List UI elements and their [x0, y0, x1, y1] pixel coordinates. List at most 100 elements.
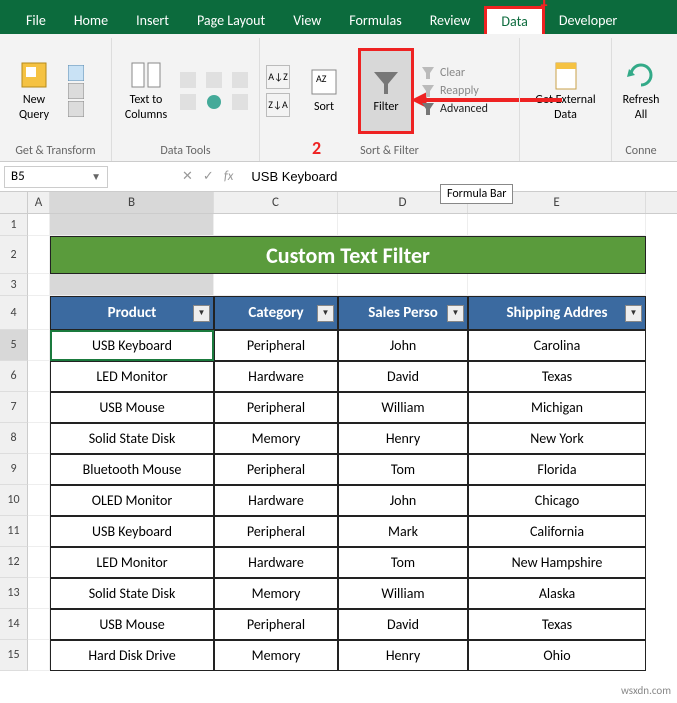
table-cell[interactable]: New Hampshire	[468, 547, 646, 578]
table-cell[interactable]: Hardware	[214, 361, 338, 392]
table-cell[interactable]: Solid State Disk	[50, 423, 214, 454]
table-cell[interactable]: Solid State Disk	[50, 578, 214, 609]
table-cell[interactable]: Peripheral	[214, 330, 338, 361]
table-cell[interactable]: USB Mouse	[50, 609, 214, 640]
name-box[interactable]: B5 ▼	[4, 166, 108, 188]
header-product[interactable]: Product▼	[50, 296, 214, 330]
from-table-icon[interactable]	[68, 83, 84, 99]
table-cell[interactable]: Tom	[338, 454, 468, 485]
table-cell[interactable]: Chicago	[468, 485, 646, 516]
row-header[interactable]: 5	[0, 330, 28, 361]
filter-dropdown-icon[interactable]: ▼	[317, 305, 334, 322]
table-cell[interactable]: Texas	[468, 361, 646, 392]
row-header[interactable]: 12	[0, 547, 28, 578]
remove-dupes-icon[interactable]	[206, 72, 222, 88]
row-header[interactable]: 13	[0, 578, 28, 609]
table-cell[interactable]: Memory	[214, 640, 338, 671]
col-header-B[interactable]: B	[50, 192, 214, 213]
table-cell[interactable]: Peripheral	[214, 609, 338, 640]
clear-filter-button[interactable]: Clear	[420, 65, 488, 81]
tab-insert[interactable]: Insert	[122, 6, 183, 34]
table-cell[interactable]: Peripheral	[214, 454, 338, 485]
data-validation-icon[interactable]	[232, 72, 248, 88]
table-cell[interactable]: California	[468, 516, 646, 547]
flash-fill-icon[interactable]	[180, 72, 196, 88]
table-cell[interactable]: USB Mouse	[50, 392, 214, 423]
tab-pagelayout[interactable]: Page Layout	[183, 6, 279, 34]
relationships-icon[interactable]	[206, 94, 222, 110]
col-header-A[interactable]: A	[28, 192, 50, 213]
table-cell[interactable]: Alaska	[468, 578, 646, 609]
title-cell[interactable]: Custom Text Filter	[50, 236, 646, 274]
header-category[interactable]: Category▼	[214, 296, 338, 330]
row-header[interactable]: 2	[0, 236, 28, 274]
tab-home[interactable]: Home	[60, 6, 122, 34]
table-cell[interactable]: USB Keyboard	[50, 330, 214, 361]
table-cell[interactable]: David	[338, 361, 468, 392]
recent-sources-icon[interactable]	[68, 101, 84, 117]
row-header[interactable]: 3	[0, 274, 28, 296]
row-header[interactable]: 10	[0, 485, 28, 516]
table-cell[interactable]: Hardware	[214, 485, 338, 516]
tab-view[interactable]: View	[279, 6, 335, 34]
tab-formulas[interactable]: Formulas	[335, 6, 415, 34]
row-header[interactable]: 8	[0, 423, 28, 454]
cancel-formula-icon[interactable]: ✕	[182, 169, 193, 184]
consolidate-icon[interactable]	[180, 94, 196, 110]
table-cell[interactable]: Michigan	[468, 392, 646, 423]
table-cell[interactable]: Peripheral	[214, 392, 338, 423]
row-header[interactable]: 14	[0, 609, 28, 640]
tab-developer[interactable]: Developer	[545, 6, 631, 34]
col-header-C[interactable]: C	[214, 192, 338, 213]
table-cell[interactable]: Hardware	[214, 547, 338, 578]
table-cell[interactable]: Tom	[338, 547, 468, 578]
fx-icon[interactable]: fx	[224, 169, 234, 184]
table-cell[interactable]: William	[338, 578, 468, 609]
row-header[interactable]: 1	[0, 214, 28, 236]
table-cell[interactable]: LED Monitor	[50, 361, 214, 392]
table-cell[interactable]: Bluetooth Mouse	[50, 454, 214, 485]
table-cell[interactable]: John	[338, 330, 468, 361]
table-cell[interactable]: David	[338, 609, 468, 640]
filter-button[interactable]: Filter	[358, 48, 414, 134]
table-cell[interactable]: Ohio	[468, 640, 646, 671]
row-header[interactable]: 9	[0, 454, 28, 485]
tab-data[interactable]: Data 1	[484, 6, 544, 34]
table-cell[interactable]: Texas	[468, 609, 646, 640]
row-header[interactable]: 4	[0, 296, 28, 330]
table-cell[interactable]: Florida	[468, 454, 646, 485]
tab-review[interactable]: Review	[416, 6, 485, 34]
show-queries-icon[interactable]	[68, 65, 84, 81]
filter-dropdown-icon[interactable]: ▼	[625, 305, 642, 322]
table-cell[interactable]: John	[338, 485, 468, 516]
tab-file[interactable]: File	[12, 6, 60, 34]
select-all-corner[interactable]	[0, 192, 28, 213]
sort-az-button[interactable]: A↓Z	[266, 65, 290, 89]
table-cell[interactable]: Henry	[338, 423, 468, 454]
reapply-filter-button[interactable]: Reapply	[420, 83, 488, 99]
row-header[interactable]: 7	[0, 392, 28, 423]
table-cell[interactable]: William	[338, 392, 468, 423]
table-cell[interactable]: USB Keyboard	[50, 516, 214, 547]
table-cell[interactable]: Henry	[338, 640, 468, 671]
refresh-all-button[interactable]: Refresh All	[618, 48, 664, 134]
manage-model-icon[interactable]	[232, 94, 248, 110]
name-box-dropdown-icon[interactable]: ▼	[91, 170, 101, 183]
row-header[interactable]: 15	[0, 640, 28, 671]
filter-dropdown-icon[interactable]: ▼	[447, 305, 464, 322]
table-cell[interactable]: OLED Monitor	[50, 485, 214, 516]
table-cell[interactable]: Memory	[214, 578, 338, 609]
row-header[interactable]: 6	[0, 361, 28, 392]
table-cell[interactable]: LED Monitor	[50, 547, 214, 578]
sort-za-button[interactable]: Z↓A	[266, 93, 290, 117]
text-to-columns-button[interactable]: Text to Columns	[118, 48, 174, 134]
table-cell[interactable]: Carolina	[468, 330, 646, 361]
table-cell[interactable]: Peripheral	[214, 516, 338, 547]
new-query-button[interactable]: New Query	[6, 48, 62, 134]
row-header[interactable]: 11	[0, 516, 28, 547]
header-salesperson[interactable]: Sales Perso▼	[338, 296, 468, 330]
table-cell[interactable]: New York	[468, 423, 646, 454]
table-cell[interactable]: Memory	[214, 423, 338, 454]
sort-button[interactable]: AZ Sort	[296, 48, 352, 134]
advanced-filter-button[interactable]: Advanced	[420, 101, 488, 117]
